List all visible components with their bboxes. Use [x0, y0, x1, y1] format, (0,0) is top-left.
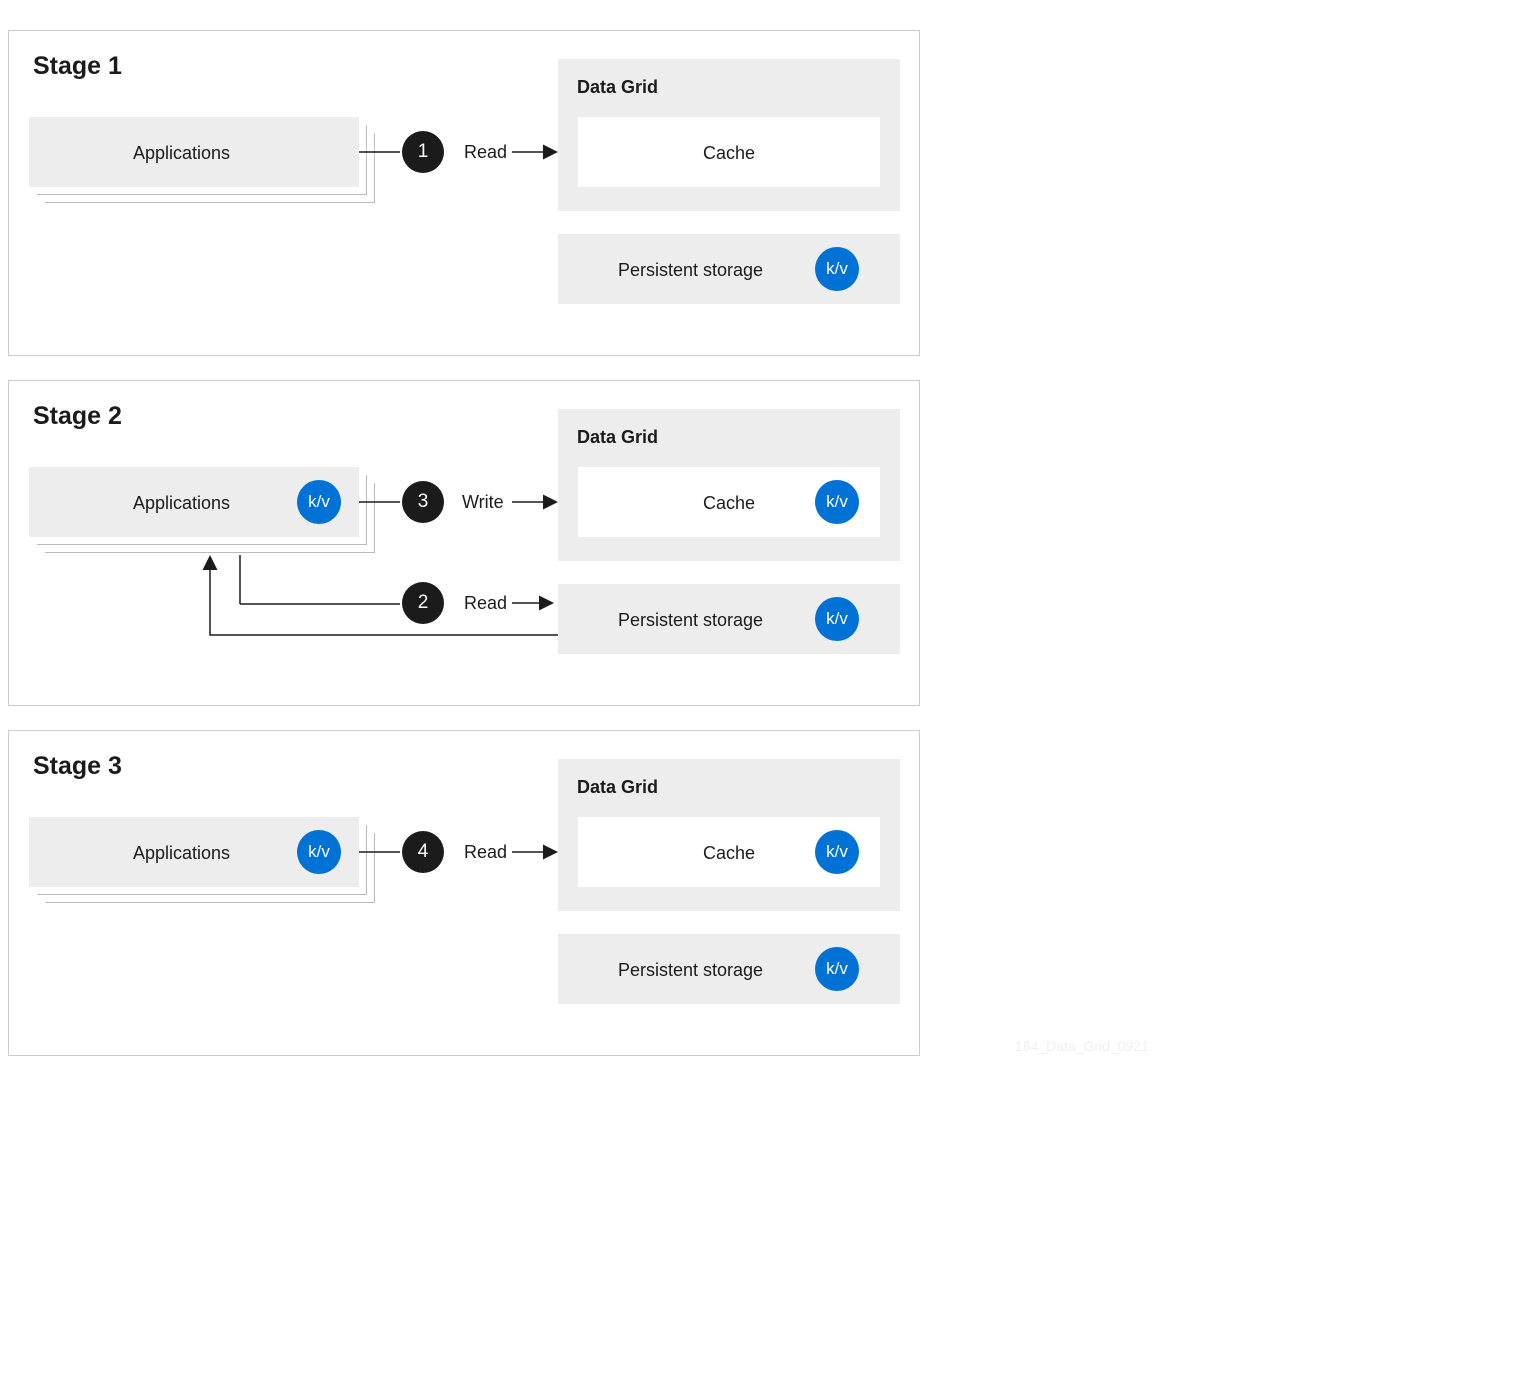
- stage-1-storage-label: Persistent storage: [618, 260, 763, 281]
- step-1-badge: 1: [402, 131, 444, 173]
- kv-icon: k/v: [815, 597, 859, 641]
- stage-3-read-label: Read: [464, 842, 507, 863]
- diagram-canvas: Stage 1 Applications Data Grid Cache Per…: [0, 0, 1520, 1374]
- stage-3-storage-label: Persistent storage: [618, 960, 763, 981]
- kv-icon: k/v: [297, 480, 341, 524]
- stage-1-title: Stage 1: [33, 52, 122, 81]
- stage-2-title: Stage 2: [33, 402, 122, 431]
- stage-2-applications-label: Applications: [133, 493, 230, 514]
- stage-2-storage-label: Persistent storage: [618, 610, 763, 631]
- stage-3-applications-label: Applications: [133, 843, 230, 864]
- stage-3-cache-label: Cache: [703, 843, 755, 864]
- kv-icon: k/v: [815, 830, 859, 874]
- stage-2-cache-label: Cache: [703, 493, 755, 514]
- stage-3-title: Stage 3: [33, 752, 122, 781]
- stage-1-applications-label: Applications: [133, 143, 230, 164]
- stage-2-write-label: Write: [462, 492, 504, 513]
- stage-2-datagrid-label: Data Grid: [577, 427, 658, 448]
- kv-icon: k/v: [815, 947, 859, 991]
- step-3-badge: 3: [402, 481, 444, 523]
- kv-icon: k/v: [815, 247, 859, 291]
- step-2-badge: 2: [402, 582, 444, 624]
- stage-1-datagrid-label: Data Grid: [577, 77, 658, 98]
- stage-1-read-label: Read: [464, 142, 507, 163]
- stage-3-datagrid-label: Data Grid: [577, 777, 658, 798]
- stage-2-read-label: Read: [464, 593, 507, 614]
- watermark: 184_Data_Grid_0921: [1015, 1038, 1149, 1054]
- step-4-badge: 4: [402, 831, 444, 873]
- kv-icon: k/v: [297, 830, 341, 874]
- stage-1-cache-label: Cache: [703, 143, 755, 164]
- kv-icon: k/v: [815, 480, 859, 524]
